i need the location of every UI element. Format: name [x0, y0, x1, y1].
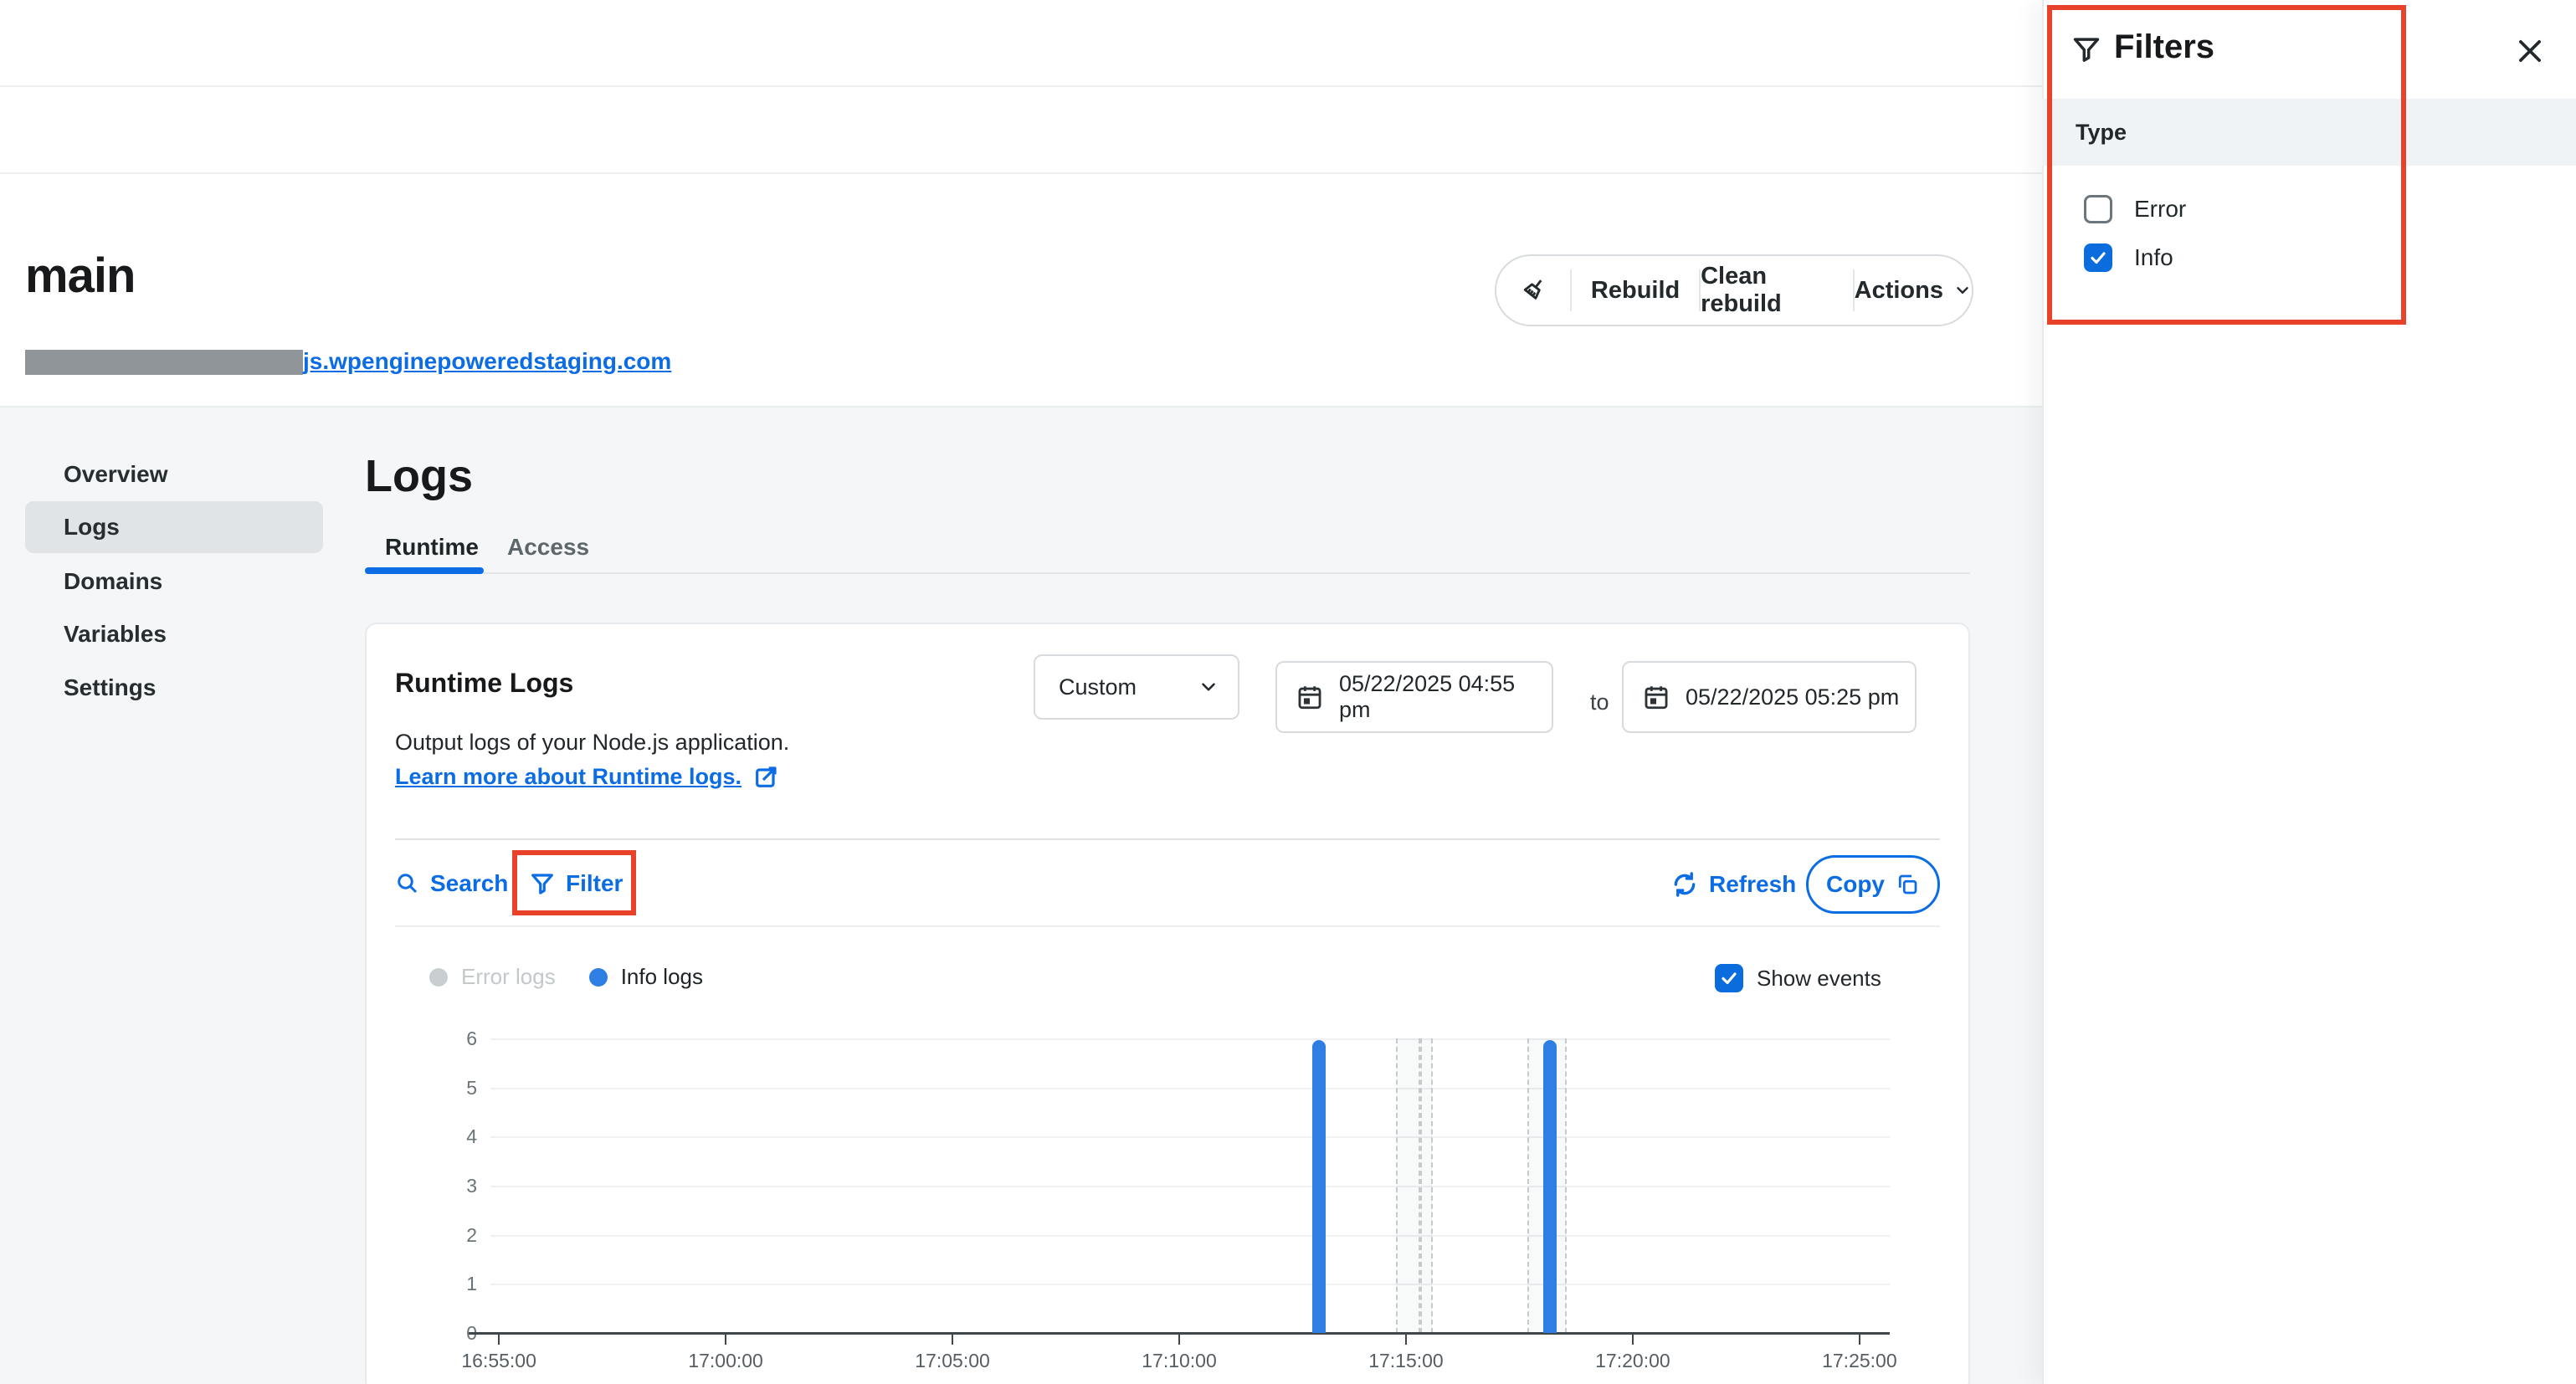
- date-to-value: 05/22/2025 05:25 pm: [1686, 684, 1899, 710]
- refresh-icon: [1670, 870, 1699, 899]
- toolbar-bottom-divider: [395, 925, 1940, 927]
- date-from-value: 05/22/2025 04:55 pm: [1339, 671, 1552, 723]
- chevron-down-icon: [1953, 281, 1972, 300]
- refresh-label: Refresh: [1709, 871, 1796, 898]
- search-label: Search: [430, 870, 508, 897]
- filter-option-error[interactable]: Error: [2084, 192, 2186, 226]
- filter-funnel-icon: [529, 870, 556, 897]
- rebuild-button[interactable]: Rebuild: [1572, 256, 1699, 325]
- calendar-icon: [1642, 683, 1670, 711]
- tab-runtime[interactable]: Runtime: [385, 534, 479, 561]
- card-title: Runtime Logs: [395, 668, 573, 699]
- error-checkbox[interactable]: [2084, 195, 2112, 223]
- sidebar-item-variables[interactable]: Variables: [25, 608, 323, 660]
- tabs-divider: [365, 572, 1970, 574]
- clean-rebuild-button[interactable]: Clean rebuild: [1701, 256, 1853, 325]
- show-events-control[interactable]: Show events: [1715, 964, 1881, 992]
- card-description: Output logs of your Node.js application.: [395, 730, 789, 756]
- sidebar-item-logs[interactable]: Logs: [25, 501, 323, 553]
- actions-label: Actions: [1855, 277, 1943, 305]
- search-icon: [395, 871, 420, 896]
- filter-funnel-icon: [2071, 33, 2102, 65]
- broom-icon: [1517, 274, 1549, 306]
- error-logs-legend[interactable]: Error logs: [461, 964, 556, 990]
- active-tab-underline: [365, 567, 484, 574]
- chevron-down-icon: [1198, 676, 1219, 698]
- redacted-url-part: [25, 350, 303, 375]
- filter-section-type: Type: [2042, 99, 2576, 166]
- log-filter-button[interactable]: Filter: [529, 870, 623, 897]
- copy-logs-button[interactable]: Copy: [1806, 855, 1940, 914]
- app-logs-page: Sea Apps express-simple-server-2 / main …: [0, 0, 2576, 1384]
- date-to-field[interactable]: 05/22/2025 05:25 pm: [1622, 661, 1917, 733]
- info-logs-legend[interactable]: Info logs: [621, 964, 703, 990]
- info-log-bar[interactable]: [1312, 1040, 1326, 1333]
- close-icon: [2514, 35, 2548, 67]
- environment-actions-group: Rebuild Clean rebuild Actions: [1495, 254, 1973, 326]
- page-title: Logs: [365, 450, 473, 502]
- calendar-icon: [1296, 683, 1324, 711]
- info-option-label: Info: [2134, 244, 2173, 271]
- show-events-label: Show events: [1757, 966, 1881, 992]
- sidebar-item-settings[interactable]: Settings: [25, 662, 323, 714]
- date-range-to-label: to: [1590, 689, 1609, 715]
- environment-title: main: [25, 248, 135, 304]
- filter-label: Filter: [566, 870, 623, 897]
- info-logs-dot: [589, 968, 608, 987]
- refresh-button[interactable]: Refresh: [1670, 870, 1796, 899]
- sidebar-item-domains[interactable]: Domains: [25, 556, 323, 607]
- external-link-icon: [753, 763, 780, 790]
- log-search-button[interactable]: Search: [395, 870, 508, 897]
- copy-label: Copy: [1826, 871, 1885, 898]
- learn-more-label: Learn more about Runtime logs.: [395, 764, 741, 790]
- sidebar-item-overview[interactable]: Overview: [25, 449, 323, 500]
- chart-legend: Error logs Info logs: [429, 964, 703, 990]
- info-log-bar[interactable]: [1543, 1040, 1557, 1333]
- show-events-checkbox[interactable]: [1715, 964, 1743, 992]
- tab-access[interactable]: Access: [507, 534, 589, 561]
- toolbar-top-divider: [395, 838, 1940, 840]
- info-checkbox[interactable]: [2084, 243, 2112, 272]
- staging-url-link[interactable]: js.wpenginepoweredstaging.com: [303, 348, 671, 375]
- time-range-value: Custom: [1059, 674, 1137, 700]
- error-option-label: Error: [2134, 196, 2186, 223]
- error-logs-dot: [429, 968, 448, 987]
- environment-url: js.wpenginepoweredstaging.com: [25, 345, 671, 375]
- filters-title: Filters: [2114, 28, 2214, 66]
- time-range-select[interactable]: Custom: [1034, 654, 1239, 720]
- actions-menu-button[interactable]: Actions: [1855, 256, 1972, 325]
- close-drawer-button[interactable]: [2514, 35, 2548, 69]
- learn-more-link[interactable]: Learn more about Runtime logs.: [395, 763, 780, 790]
- copy-icon: [1895, 872, 1920, 897]
- clean-tools-button[interactable]: [1496, 256, 1570, 325]
- filter-option-info[interactable]: Info: [2084, 241, 2173, 274]
- date-from-field[interactable]: 05/22/2025 04:55 pm: [1275, 661, 1553, 733]
